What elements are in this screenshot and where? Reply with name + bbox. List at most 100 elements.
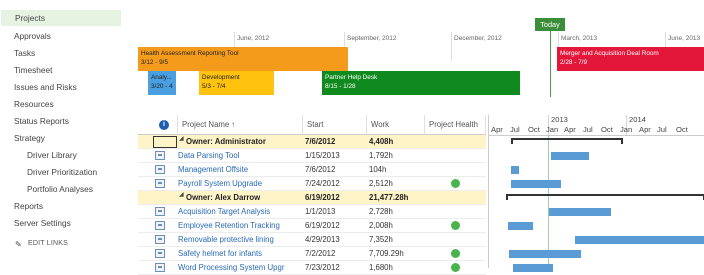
nav-item-status-reports[interactable]: Status Reports xyxy=(14,113,69,129)
column-header-start[interactable]: Start xyxy=(303,115,367,135)
gantt-task-bar[interactable] xyxy=(575,236,704,244)
work-hours: 4,408h xyxy=(369,137,394,146)
timeline-date-label: June, 2012 xyxy=(237,35,270,42)
timeline-date-label: March, 2013 xyxy=(561,35,598,42)
timeline-bar-partner-help-desk[interactable]: Partner Help Desk 8/15 - 1/28 xyxy=(322,71,520,95)
nav-item-resources[interactable]: Resources xyxy=(14,96,54,112)
project-row[interactable]: Employee Retention Tracking 6/19/2012 2,00… xyxy=(138,219,486,233)
gantt-summary-bar[interactable] xyxy=(511,138,623,144)
timeline-bar-health-assessment[interactable]: Health Assessment Reporting Tool 3/12 - 9… xyxy=(138,47,348,71)
project-type-icon[interactable] xyxy=(155,235,165,244)
start-date: 7/24/2012 xyxy=(305,179,340,188)
today-line xyxy=(550,31,551,97)
timeline-date-label: September, 2012 xyxy=(347,35,397,42)
nav-item-projects[interactable]: Projects xyxy=(1,10,121,26)
timeline-date-label: June, 2013 xyxy=(668,35,701,42)
gantt-task-bar[interactable] xyxy=(508,222,533,230)
project-name[interactable]: Management Offsite xyxy=(178,163,298,176)
project-name: Owner: Alex Darrow xyxy=(186,193,261,202)
nav-item-approvals[interactable]: Approvals xyxy=(14,28,51,44)
gantt-year: 2013 xyxy=(551,115,568,124)
project-type-icon[interactable] xyxy=(155,249,165,258)
nav-item-tasks[interactable]: Tasks xyxy=(14,45,35,61)
project-row[interactable]: Removable protective lining 4/29/2013 7,35… xyxy=(138,233,486,247)
health-status-icon xyxy=(451,179,460,188)
gantt-task-bar[interactable] xyxy=(513,264,553,272)
project-name[interactable]: Payroll System Upgrade xyxy=(178,177,298,190)
project-type-icon[interactable] xyxy=(155,151,165,160)
project-row[interactable]: Acquisition Target Analysis 1/1/2013 2,728… xyxy=(138,205,486,219)
project-grid: i Project Name ↑ Start Work Project Heal… xyxy=(138,115,486,275)
gantt-month-label: Jan xyxy=(620,125,633,134)
work-hours: 21,477.28h xyxy=(369,193,409,202)
work-hours: 2,728h xyxy=(369,207,393,216)
collapse-icon[interactable]: ◢ xyxy=(179,135,184,142)
gantt-month-label: Oct xyxy=(601,125,613,134)
nav-item-issues-and-risks[interactable]: Issues and Risks xyxy=(14,79,77,95)
gantt-task-bar[interactable] xyxy=(511,166,519,174)
project-name[interactable]: Removable protective lining xyxy=(178,233,298,246)
gantt-task-bar[interactable] xyxy=(511,180,561,188)
health-status-icon xyxy=(451,249,460,258)
collapse-icon[interactable]: ◢ xyxy=(179,191,184,198)
column-header-project-name[interactable]: Project Name ↑ xyxy=(178,115,303,135)
selected-cell xyxy=(153,136,177,148)
gantt-month-label: Apr xyxy=(564,125,576,134)
gantt-task-bar[interactable] xyxy=(551,152,589,160)
project-timeline[interactable]: Today June, 2012 September, 2012 Decembe… xyxy=(138,18,704,102)
project-row[interactable]: Payroll System Upgrade 7/24/2012 2,512h xyxy=(138,177,486,191)
nav-item-portfolio-analyses[interactable]: Portfolio Analyses xyxy=(27,181,93,197)
owner-group-row[interactable]: ◢ Owner: Administrator 7/6/2012 4,408h xyxy=(138,135,486,149)
project-row[interactable]: Management Offsite 7/6/2012 104h xyxy=(138,163,486,177)
nav-item-driver-prioritization[interactable]: Driver Prioritization xyxy=(27,164,97,180)
project-type-icon[interactable] xyxy=(155,165,165,174)
gantt-summary-bar[interactable] xyxy=(506,194,704,200)
nav-item-server-settings[interactable]: Server Settings xyxy=(14,215,71,231)
work-hours: 2,512h xyxy=(369,179,393,188)
timeline-tick xyxy=(451,32,452,61)
work-hours: 7,352h xyxy=(369,235,393,244)
timeline-bar-analysis[interactable]: Analy... 3/20 - 4 xyxy=(148,71,176,95)
start-date: 4/29/2013 xyxy=(305,235,340,244)
gantt-header-line xyxy=(489,135,704,136)
nav-item-driver-library[interactable]: Driver Library xyxy=(27,147,77,163)
start-date: 1/1/2013 xyxy=(305,207,336,216)
project-row[interactable]: Safety helmet for infants 7/2/2012 7,709.2… xyxy=(138,247,486,261)
timeline-bar-development[interactable]: Development 5/3 - 7/4 xyxy=(199,71,274,95)
start-date: 7/6/2012 xyxy=(305,165,336,174)
gantt-chart[interactable]: 2013 2014 Apr Jul Oct Jan Apr Jul Oct Jan Apr Jul… xyxy=(488,115,704,272)
project-row[interactable]: Data Parsing Tool 1/15/2013 1,792h xyxy=(138,149,486,163)
project-name[interactable]: Data Parsing Tool xyxy=(178,149,298,162)
edit-links-button[interactable]: ✎ EDIT LINKS xyxy=(15,240,68,249)
gantt-month-label: Jul xyxy=(657,125,667,134)
gantt-month-label: Oct xyxy=(528,125,540,134)
gantt-task-bar[interactable] xyxy=(549,208,611,216)
today-marker: Today xyxy=(535,18,565,31)
gantt-month-label: Jul xyxy=(510,125,520,134)
project-type-icon[interactable] xyxy=(155,179,165,188)
nav-item-strategy[interactable]: Strategy xyxy=(14,130,45,146)
start-date: 1/15/2013 xyxy=(305,151,340,160)
gantt-month-label: Jul xyxy=(583,125,593,134)
project-name[interactable]: Acquisition Target Analysis xyxy=(178,205,298,218)
project-name: Owner: Administrator xyxy=(186,137,266,146)
timeline-bar-merger-acquisition[interactable]: Merger and Acquisition Deal Room 2/28 - 7… xyxy=(557,47,704,71)
owner-group-row[interactable]: ◢ Owner: Alex Darrow 6/19/2012 21,477.28h xyxy=(138,191,486,205)
gantt-month-label: Jan xyxy=(546,125,559,134)
column-header-work[interactable]: Work xyxy=(367,115,425,135)
project-name[interactable]: Employee Retention Tracking xyxy=(178,219,298,232)
project-type-icon[interactable] xyxy=(155,221,165,230)
work-hours: 1,792h xyxy=(369,151,393,160)
info-column-header[interactable]: i xyxy=(138,115,178,135)
gantt-task-bar[interactable] xyxy=(509,250,581,258)
project-row[interactable]: Word Processing System Upgr 7/23/2012 1,68… xyxy=(138,261,486,275)
nav-item-timesheet[interactable]: Timesheet xyxy=(14,62,52,78)
start-date: 7/6/2012 xyxy=(305,137,336,146)
pencil-icon: ✎ xyxy=(15,240,22,249)
nav-item-reports[interactable]: Reports xyxy=(14,198,43,214)
gantt-year: 2014 xyxy=(629,115,646,124)
project-name[interactable]: Safety helmet for infants xyxy=(178,247,298,260)
project-type-icon[interactable] xyxy=(155,207,165,216)
column-header-project-health[interactable]: Project Health xyxy=(425,115,486,135)
info-icon: i xyxy=(159,120,169,130)
